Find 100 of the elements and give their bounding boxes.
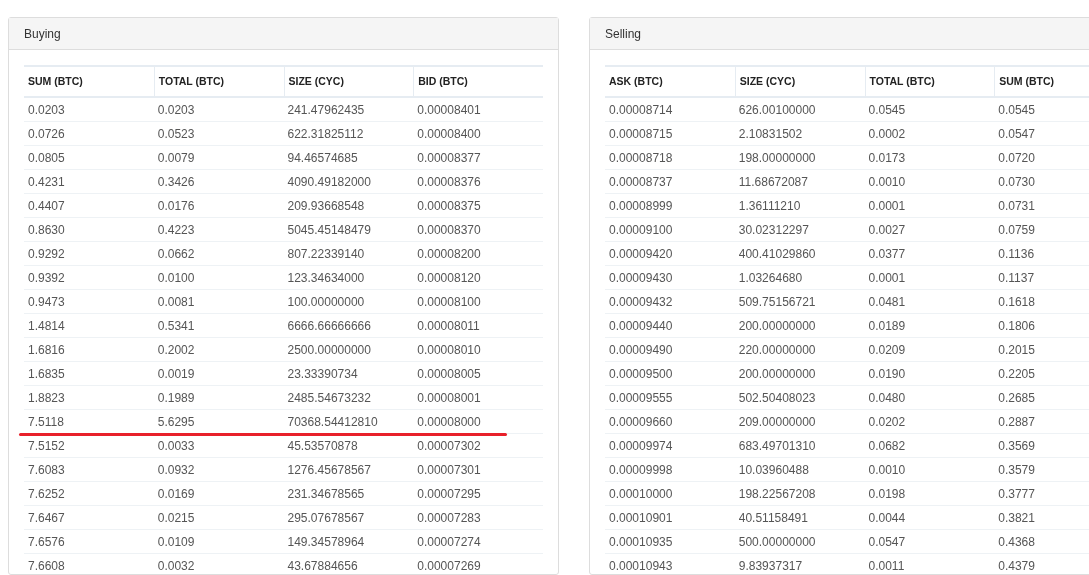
table-cell-text: 0.00008718 — [609, 149, 673, 167]
table-cell-text: 0.3426 — [157, 173, 195, 191]
table-cell-text: 0.0081 — [157, 293, 195, 311]
table-cell-text: 0.9473 — [28, 293, 65, 311]
table-cell-text: 0.00008010 — [417, 341, 481, 359]
table-cell-text: 0.00008401 — [417, 101, 481, 119]
table-cell-text: 0.0173 — [868, 149, 906, 167]
table-cell-text: 0.00008377 — [417, 149, 481, 167]
table-cell-text: 5.6295 — [157, 413, 195, 431]
table-cell-text: 2.10831502 — [738, 125, 803, 143]
table-cell-text: 0.00007283 — [417, 509, 481, 527]
table-cell-text: 0.0547 — [998, 125, 1035, 143]
table-cell-text: 0.3569 — [998, 437, 1035, 455]
table-cell-text: 0.00009998 — [609, 461, 673, 479]
column-header[interactable]: SIZE (CYC) — [739, 73, 796, 90]
column-header[interactable]: SUM (BTC) — [28, 73, 83, 90]
table-cell-text: 0.00008001 — [417, 389, 481, 407]
table-cell-text: 100.00000000 — [287, 293, 365, 311]
table-cell-text: 0.0027 — [868, 221, 906, 239]
table-cell-text: 0.0189 — [868, 317, 906, 335]
table-cell-text: 0.8630 — [28, 221, 65, 239]
table-cell-text: 7.6608 — [28, 557, 65, 575]
table-cell-text: 7.6252 — [28, 485, 65, 503]
table-cell-text: 500.00000000 — [738, 533, 816, 551]
table-cell-text: 0.1806 — [998, 317, 1035, 335]
table-cell-text: 0.00010901 — [609, 509, 673, 527]
table-cell-text: 0.4379 — [998, 557, 1035, 575]
table-cell-text: 45.53570878 — [287, 437, 358, 455]
table-cell-text: 626.00100000 — [738, 101, 816, 119]
table-cell-text: 0.3579 — [998, 461, 1035, 479]
table-cell-text: 0.0480 — [868, 389, 906, 407]
column-header[interactable]: TOTAL (BTC) — [158, 73, 225, 90]
table-cell-text: 0.00009420 — [609, 245, 673, 263]
table-cell-text: 241.47962435 — [287, 101, 365, 119]
table-cell-text: 0.00009100 — [609, 221, 673, 239]
table-cell-text: 198.00000000 — [738, 149, 816, 167]
table-cell-text: 70368.54412810 — [287, 413, 378, 431]
table-cell-text: 0.00009500 — [609, 365, 673, 383]
table-cell-text: 0.00008376 — [417, 173, 481, 191]
column-header[interactable]: ASK (BTC) — [609, 73, 663, 90]
table-cell-text: 400.41029860 — [738, 245, 816, 263]
table-cell-text: 7.5152 — [28, 437, 65, 455]
table-cell-text: 0.00008714 — [609, 101, 673, 119]
table-cell-text: 0.0001 — [868, 197, 906, 215]
table-cell-text: 0.0001 — [868, 269, 906, 287]
table-cell-text: 7.6083 — [28, 461, 65, 479]
table-cell-text: 0.0202 — [868, 413, 906, 431]
table-cell-text: 0.0203 — [28, 101, 65, 119]
table-cell-text: 0.0044 — [868, 509, 906, 527]
table-cell-text: 295.07678567 — [287, 509, 365, 527]
table-cell-text: 231.34678565 — [287, 485, 365, 503]
table-cell-text: 0.1136 — [998, 245, 1035, 263]
table-cell-text: 1.6835 — [28, 365, 65, 383]
table-cell-text: 0.00008120 — [417, 269, 481, 287]
table-cell-text: 502.50408023 — [738, 389, 816, 407]
table-cell-text: 0.2015 — [998, 341, 1035, 359]
table-cell-text: 7.5118 — [28, 413, 64, 431]
table-cell-text: 0.00008011 — [417, 317, 480, 335]
table-cell-text: 0.4223 — [157, 221, 195, 239]
table-cell-text: 0.5341 — [157, 317, 195, 335]
table-cell-text: 0.00009660 — [609, 413, 673, 431]
table-cell-text: 1276.45678567 — [287, 461, 371, 479]
table-cell-text: 0.0176 — [157, 197, 195, 215]
table-cell-text: 0.0805 — [28, 149, 65, 167]
column-header[interactable]: SUM (BTC) — [999, 73, 1055, 90]
table-cell-text: 0.00008200 — [417, 245, 481, 263]
table-cell-text: 0.0011 — [868, 557, 905, 575]
table-cell-text: 0.1618 — [998, 293, 1035, 311]
table-cell-text: 0.00007269 — [417, 557, 481, 575]
table-cell-text: 0.00010943 — [609, 557, 673, 575]
table-cell-text: 0.4407 — [28, 197, 65, 215]
table-cell-text: 0.0932 — [157, 461, 195, 479]
table-cell-text: 0.00010000 — [609, 485, 673, 503]
table-cell-text: 4090.49182000 — [287, 173, 371, 191]
table-cell-text: 198.22567208 — [738, 485, 816, 503]
table-cell-text: 0.0545 — [868, 101, 906, 119]
column-header[interactable]: BID (BTC) — [418, 73, 468, 90]
table-cell-text: 0.00008100 — [417, 293, 481, 311]
table-cell-text: 0.0010 — [868, 461, 906, 479]
table-cell-text: 0.9292 — [28, 245, 65, 263]
column-header[interactable]: TOTAL (BTC) — [869, 73, 935, 90]
table-cell-text: 0.00009440 — [609, 317, 673, 335]
table-cell-text: 0.00008370 — [417, 221, 481, 239]
column-header[interactable]: SIZE (CYC) — [288, 73, 344, 90]
table-cell-text: 200.00000000 — [738, 317, 816, 335]
table-cell-text: 0.00009974 — [609, 437, 673, 455]
table-cell-text: 0.0198 — [868, 485, 906, 503]
table-cell-text: 0.0033 — [157, 437, 195, 455]
table-cell-text: 0.0019 — [157, 365, 195, 383]
table-cell-text: 0.00008715 — [609, 125, 673, 143]
table-cell-text: 0.0481 — [868, 293, 906, 311]
table-cell-text: 0.1989 — [157, 389, 195, 407]
table-cell-text: 0.00007302 — [417, 437, 481, 455]
table-cell-text: 0.00008737 — [609, 173, 673, 191]
table-cell-text: 0.0002 — [868, 125, 906, 143]
table-cell-text: 209.93668548 — [287, 197, 365, 215]
table-cell-text: 1.03264680 — [738, 269, 803, 287]
table-cell-text: 0.0730 — [998, 173, 1035, 191]
table-cell-text: 40.51158491 — [738, 509, 808, 527]
table-cell-text: 10.03960488 — [738, 461, 809, 479]
